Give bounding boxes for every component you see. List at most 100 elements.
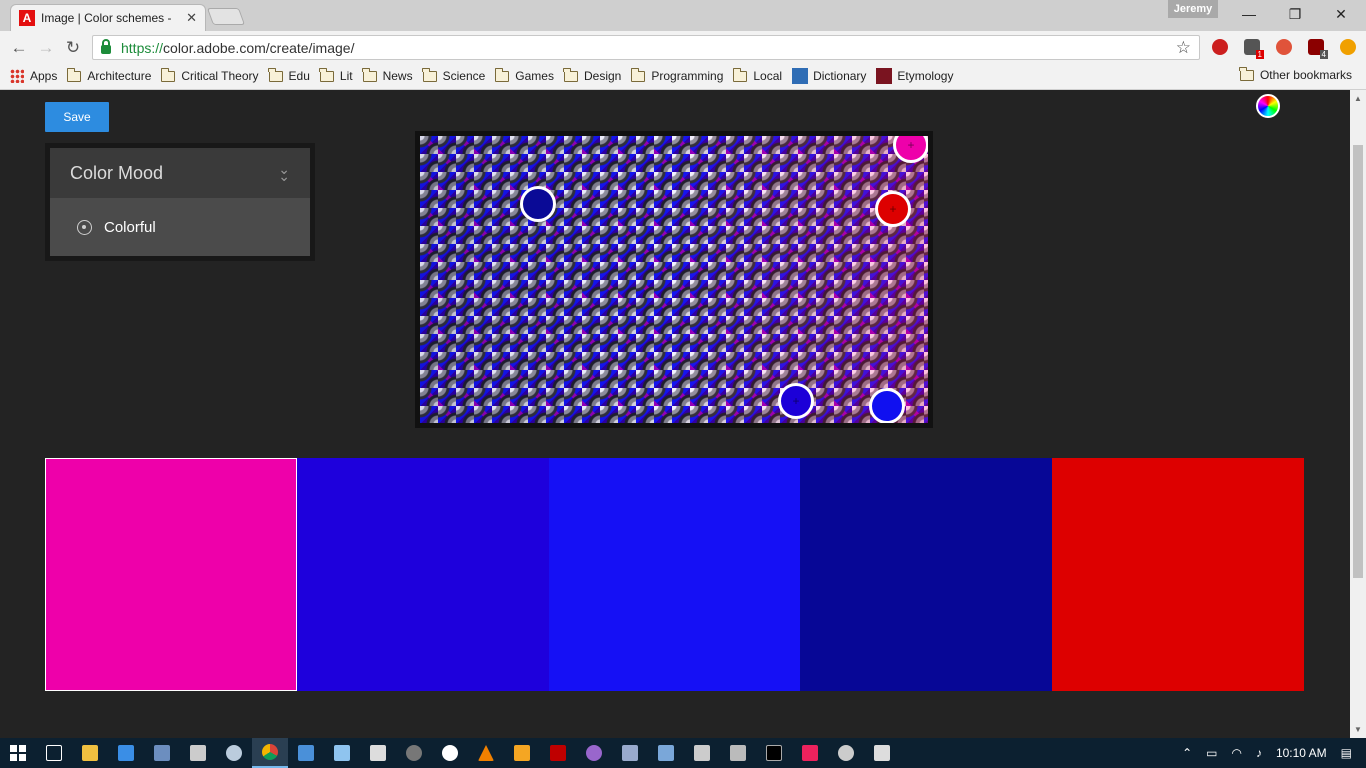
bookmark-folder-design[interactable]: Design <box>563 67 621 83</box>
taskbar-app[interactable] <box>576 738 612 768</box>
taskbar-app[interactable] <box>396 738 432 768</box>
restore-button[interactable]: ❐ <box>1272 0 1318 28</box>
show-hidden-icons-icon[interactable]: ⌃ <box>1182 746 1192 760</box>
profile-button[interactable]: Jeremy <box>1168 0 1218 18</box>
opera-extension-icon[interactable] <box>1212 39 1228 55</box>
tab-close-icon[interactable]: ✕ <box>186 10 197 26</box>
bookmark-folder-local[interactable]: Local <box>732 67 783 83</box>
color-wheel-icon[interactable] <box>1256 94 1280 118</box>
bookmark-folder-architecture[interactable]: Architecture <box>66 67 151 83</box>
color-mood-option[interactable]: Colorful <box>50 198 310 256</box>
minus-extension-icon[interactable] <box>1340 39 1356 55</box>
app-icon <box>118 745 134 761</box>
bookmark-label: News <box>382 69 413 83</box>
taskbar-notepad[interactable] <box>324 738 360 768</box>
color-swatch[interactable] <box>1052 458 1304 691</box>
taskbar-app[interactable] <box>648 738 684 768</box>
bookmark-folder-news[interactable]: News <box>362 67 413 83</box>
new-tab-button[interactable] <box>206 8 246 25</box>
taskbar-app[interactable] <box>144 738 180 768</box>
taskbar-itunes[interactable] <box>432 738 468 768</box>
app-icon <box>694 745 710 761</box>
task-view-button[interactable] <box>36 738 72 768</box>
scroll-up-arrow-icon[interactable]: ▲ <box>1354 94 1362 103</box>
bookmark-dictionary[interactable]: Dictionary <box>792 68 866 84</box>
app-icon <box>586 745 602 761</box>
apps-grid-icon <box>10 69 24 83</box>
bookmark-folder-edu[interactable]: Edu <box>268 67 310 83</box>
taskbar-vlc[interactable] <box>468 738 504 768</box>
taskbar-app[interactable] <box>504 738 540 768</box>
taskbar-explorer[interactable] <box>72 738 108 768</box>
taskbar-app[interactable] <box>720 738 756 768</box>
minimize-button[interactable]: — <box>1226 0 1272 28</box>
bookmark-folder-critical-theory[interactable]: Critical Theory <box>160 67 259 83</box>
source-image[interactable]: + + + <box>420 136 928 423</box>
taskbar-calculator[interactable] <box>180 738 216 768</box>
taskbar-chrome[interactable] <box>252 738 288 768</box>
taskbar-app[interactable] <box>108 738 144 768</box>
back-button[interactable]: ← <box>8 37 30 59</box>
color-picker-handle[interactable] <box>520 186 556 222</box>
calculator-icon <box>190 745 206 761</box>
bookmark-label: Local <box>753 69 783 83</box>
close-window-button[interactable]: ✕ <box>1318 0 1364 28</box>
radio-selected-icon[interactable] <box>77 219 92 235</box>
save-button[interactable]: Save <box>45 102 109 132</box>
color-swatch[interactable] <box>45 458 297 691</box>
taskbar-app[interactable] <box>864 738 900 768</box>
color-swatches <box>45 458 1304 691</box>
color-picker-handle[interactable] <box>869 388 905 423</box>
browser-tab[interactable]: A Image | Color schemes - ✕ <box>10 4 206 31</box>
bookmark-label: Etymology <box>897 69 954 83</box>
battery-icon[interactable]: ▭ <box>1206 746 1217 760</box>
app-icon <box>838 745 854 761</box>
taskbar-steam[interactable] <box>216 738 252 768</box>
color-swatch[interactable] <box>296 458 549 691</box>
clock[interactable]: 10:10 AM <box>1276 746 1327 760</box>
blocker-extension-icon[interactable] <box>1276 39 1292 55</box>
wifi-icon[interactable]: ◠ <box>1231 746 1241 760</box>
taskbar-app[interactable] <box>288 738 324 768</box>
bookmark-label: Programming <box>651 69 724 83</box>
color-picker-handle[interactable]: + <box>893 136 928 163</box>
app-icon <box>514 745 530 761</box>
bookmark-label: Critical Theory <box>181 69 259 83</box>
start-button[interactable] <box>0 738 36 768</box>
folder-icon <box>422 67 437 82</box>
bookmark-apps[interactable]: Apps <box>10 69 57 83</box>
taskbar-app[interactable] <box>828 738 864 768</box>
bookmark-folder-science[interactable]: Science <box>422 67 485 83</box>
app-icon <box>658 745 674 761</box>
taskbar-app[interactable] <box>684 738 720 768</box>
p5-icon <box>802 745 818 761</box>
taskbar-p5[interactable] <box>792 738 828 768</box>
scrollbar-thumb[interactable] <box>1353 145 1363 578</box>
color-picker-handle[interactable]: + <box>875 191 911 227</box>
page-scrollbar[interactable]: ▲ ▼ <box>1350 90 1366 738</box>
taskbar-cmd[interactable] <box>756 738 792 768</box>
color-swatch[interactable] <box>800 458 1053 691</box>
extension-icon[interactable]: 1 <box>1244 39 1264 59</box>
bookmark-etymology[interactable]: Etymology <box>876 68 953 84</box>
bookmark-folder-lit[interactable]: Lit <box>319 67 353 83</box>
bookmark-star-icon[interactable]: ☆ <box>1176 38 1191 58</box>
taskbar-filezilla[interactable] <box>540 738 576 768</box>
ublock-extension-icon[interactable]: 4 <box>1308 39 1328 59</box>
other-bookmarks[interactable]: Other bookmarks <box>1239 66 1352 82</box>
forward-button[interactable]: → <box>35 37 57 59</box>
folder-icon <box>732 67 748 82</box>
taskbar-app[interactable] <box>360 738 396 768</box>
action-center-icon[interactable]: ▤ <box>1341 746 1352 760</box>
bookmark-folder-programming[interactable]: Programming <box>630 67 724 83</box>
scroll-down-arrow-icon[interactable]: ▼ <box>1354 725 1362 734</box>
taskbar-app[interactable] <box>612 738 648 768</box>
chevron-double-down-icon[interactable]: ⌄ ⌄ <box>278 162 290 183</box>
color-mood-header[interactable]: Color Mood ⌄ ⌄ <box>50 148 310 198</box>
color-picker-handle[interactable]: + <box>778 383 814 419</box>
reload-button[interactable]: ↻ <box>62 37 84 59</box>
color-swatch[interactable] <box>548 458 801 691</box>
volume-icon[interactable]: ♪ <box>1256 746 1262 760</box>
address-bar[interactable]: https:// color.adobe.com/create/image/ ☆ <box>92 35 1200 60</box>
bookmark-folder-games[interactable]: Games <box>494 67 554 83</box>
